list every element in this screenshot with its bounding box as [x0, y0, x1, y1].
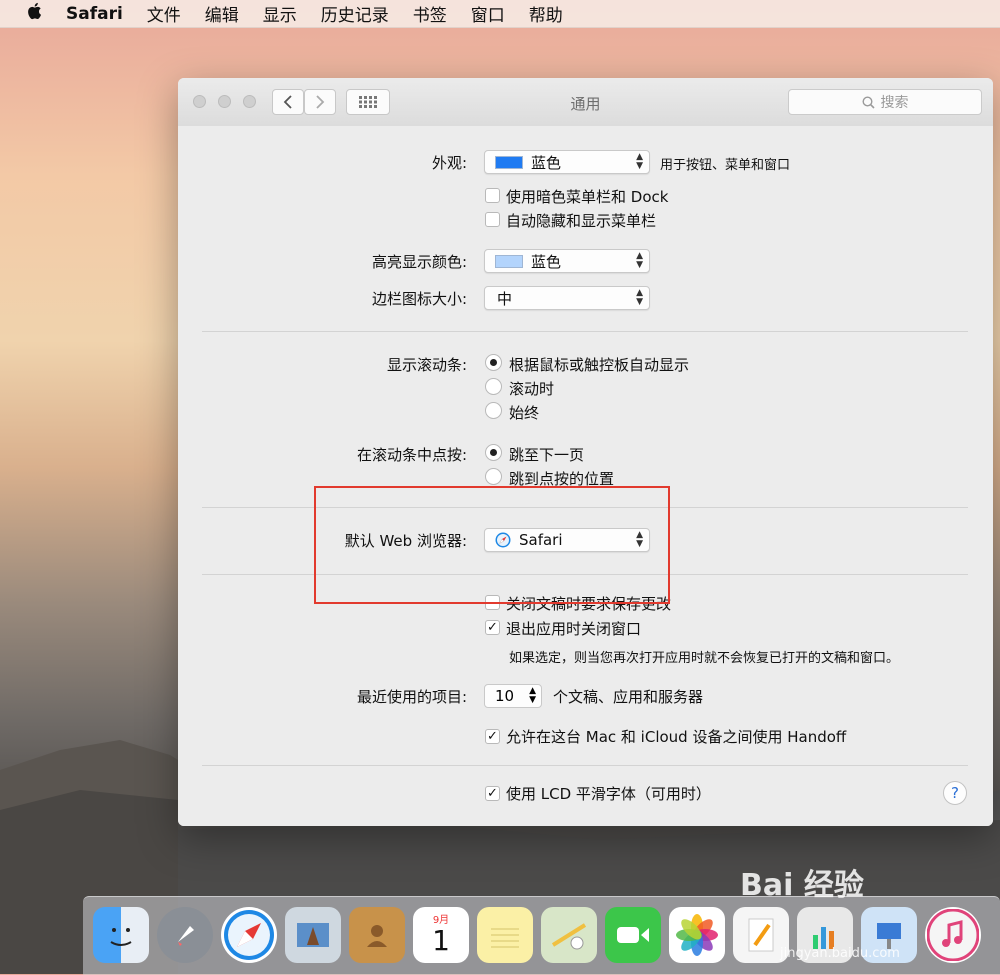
safari-icon[interactable]	[221, 907, 277, 963]
auto-hide-menubar-checkbox[interactable]	[485, 212, 500, 227]
menu-view[interactable]: 显示	[263, 1, 297, 26]
facetime-icon[interactable]	[605, 907, 661, 963]
scrollbars-always-radio[interactable]	[485, 402, 502, 419]
appearance-swatch	[495, 155, 523, 169]
recent-items-suffix: 个文稿、应用和服务器	[553, 688, 704, 706]
close-windows-label: 退出应用时关闭窗口	[506, 620, 642, 638]
scrollbars-when-scrolling-label: 滚动时	[509, 380, 555, 398]
baidu-watermark: Bai 经验	[740, 868, 864, 903]
click-scrollbar-label: 在滚动条中点按:	[356, 446, 467, 464]
menu-file[interactable]: 文件	[147, 1, 181, 26]
divider	[202, 765, 968, 766]
menu-bar: Safari 文件 编辑 显示 历史记录 书签 窗口 帮助	[0, 0, 1000, 28]
mail-icon[interactable]	[285, 907, 341, 963]
scrollbars-when-scrolling-radio[interactable]	[485, 378, 502, 395]
updown-arrows-icon: ▲ ▼	[636, 288, 643, 307]
appearance-label: 外观:	[431, 154, 467, 172]
highlight-color-value: 蓝色	[531, 252, 562, 271]
scrollbars-auto-radio[interactable]	[485, 354, 502, 371]
apple-menu-icon[interactable]	[24, 2, 44, 25]
photos-icon[interactable]	[669, 907, 725, 963]
search-placeholder: 搜索	[880, 95, 909, 111]
sidebar-icon-size-popup[interactable]: 中 ▲ ▼	[484, 286, 650, 310]
updown-arrows-icon: ▲ ▼	[636, 152, 643, 171]
search-icon	[861, 95, 875, 109]
menu-history[interactable]: 历史记录	[321, 1, 389, 26]
menu-safari[interactable]: Safari	[66, 4, 123, 24]
close-windows-note: 如果选定，则当您再次打开应用时就不会恢复已打开的文稿和窗口。	[509, 651, 900, 666]
notes-icon[interactable]	[477, 907, 533, 963]
finder-icon[interactable]	[93, 907, 149, 963]
general-preferences-pane: 外观: 蓝色 ▲ ▼ 用于按钮、菜单和窗口 使用暗色菜单栏和 Dock 自动隐藏和…	[178, 126, 993, 826]
dark-menu-checkbox[interactable]	[485, 188, 500, 203]
itunes-icon[interactable]	[925, 907, 981, 963]
lcd-smoothing-checkbox[interactable]: ✓	[485, 786, 500, 801]
baidu-watermark-url: jingyan.baidu.com	[780, 946, 900, 961]
lcd-smoothing-label: 使用 LCD 平滑字体（可用时）	[506, 785, 711, 803]
preferences-window: 通用 搜索 外观: 蓝色 ▲ ▼ 用于按钮、菜单和窗口 使用暗色菜单栏和 Dock…	[178, 78, 993, 826]
show-scrollbars-label: 显示滚动条:	[386, 356, 467, 374]
menu-help[interactable]: 帮助	[529, 1, 563, 26]
close-windows-checkbox[interactable]: ✓	[485, 620, 500, 635]
dark-menu-label: 使用暗色菜单栏和 Dock	[506, 188, 669, 206]
appearance-hint: 用于按钮、菜单和窗口	[660, 158, 791, 173]
updown-arrows-icon: ▲ ▼	[636, 251, 643, 270]
dock: 9月 1	[83, 896, 1000, 975]
jump-next-page-label: 跳至下一页	[509, 446, 585, 464]
sidebar-icon-size-label: 边栏图标大小:	[371, 290, 467, 308]
auto-hide-menubar-label: 自动隐藏和显示菜单栏	[506, 212, 657, 230]
scrollbars-always-label: 始终	[509, 404, 540, 422]
window-titlebar: 通用 搜索	[178, 78, 993, 127]
maps-icon[interactable]	[541, 907, 597, 963]
scrollbars-auto-label: 根据鼠标或触控板自动显示	[509, 356, 690, 374]
appearance-value: 蓝色	[531, 153, 562, 172]
jump-next-page-radio[interactable]	[485, 444, 502, 461]
sidebar-icon-size-value: 中	[497, 289, 513, 308]
updown-arrows-icon: ▲ ▼	[529, 686, 536, 705]
search-field[interactable]: 搜索	[788, 89, 982, 115]
highlight-color-label: 高亮显示颜色:	[371, 253, 467, 271]
menu-bookmarks[interactable]: 书签	[413, 1, 447, 26]
handoff-checkbox[interactable]: ✓	[485, 729, 500, 744]
launchpad-icon[interactable]	[157, 907, 213, 963]
help-button[interactable]: ?	[943, 781, 967, 805]
highlight-color-popup[interactable]: 蓝色 ▲ ▼	[484, 249, 650, 273]
recent-items-popup[interactable]: 10 ▲ ▼	[484, 684, 542, 708]
highlight-swatch	[495, 254, 523, 268]
contacts-icon[interactable]	[349, 907, 405, 963]
recent-items-value: 10	[495, 687, 515, 705]
jump-to-spot-radio[interactable]	[485, 468, 502, 485]
annotation-highlight-box	[314, 486, 670, 604]
divider	[202, 331, 968, 332]
menu-window[interactable]: 窗口	[471, 1, 505, 26]
calendar-day: 1	[432, 923, 450, 957]
menu-edit[interactable]: 编辑	[205, 1, 239, 26]
appearance-popup[interactable]: 蓝色 ▲ ▼	[484, 150, 650, 174]
calendar-icon[interactable]: 9月 1	[413, 907, 469, 963]
handoff-label: 允许在这台 Mac 和 iCloud 设备之间使用 Handoff	[506, 728, 847, 746]
recent-items-label: 最近使用的项目:	[356, 688, 467, 706]
